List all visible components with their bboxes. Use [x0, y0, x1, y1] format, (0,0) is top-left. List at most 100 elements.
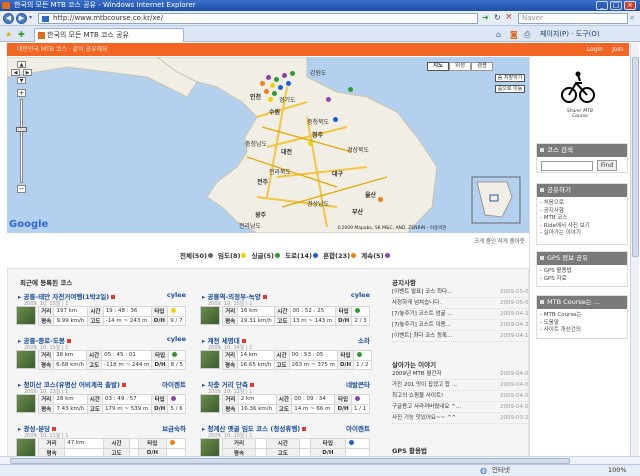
back-button[interactable]: ◀: [3, 13, 14, 24]
zoom-in-button[interactable]: +: [17, 89, 26, 97]
sidebar-link[interactable]: - 살아가는 이야기: [540, 230, 624, 238]
course-card[interactable]: ▸ 자충 거리 단축 네발큰타 2009. 10. 12일 | 1 거리 2 km 시간 0…: [200, 379, 371, 417]
zoom-handle[interactable]: [16, 127, 27, 132]
course-card[interactable]: ▸ 공릉-태안 자전거여행(1박2일) cylee 2009. 10. 15일 | …: [16, 291, 186, 329]
map-zoom-move-button[interactable]: 줌으로 이동: [495, 85, 525, 93]
zoom-out-button[interactable]: −: [17, 185, 26, 193]
course-author[interactable]: 소라: [358, 335, 370, 345]
sidebar-link[interactable]: - 공지사항: [540, 208, 624, 216]
course-author[interactable]: 아이렌트: [346, 423, 370, 433]
print-icon[interactable]: ⎙: [524, 30, 530, 40]
sidebar-link[interactable]: - Ride에서 사진 보기: [540, 223, 624, 231]
scroll-thumb[interactable]: [632, 57, 639, 257]
course-author[interactable]: cylee: [167, 335, 186, 343]
legend-single[interactable]: 싱글(5): [252, 252, 280, 260]
course-marker[interactable]: [326, 97, 331, 102]
pan-left-icon[interactable]: ◀: [11, 69, 20, 76]
search-input[interactable]: Naver: [518, 13, 628, 24]
legend-mixed[interactable]: 혼합(23): [323, 252, 357, 260]
dist-value: 47 km: [64, 438, 104, 449]
course-thumbnail[interactable]: [16, 350, 36, 369]
pan-right-icon[interactable]: ▶: [23, 69, 32, 76]
time-label: 시간: [274, 306, 291, 317]
course-card[interactable]: ▸ 공릉-중로-도봉 cylee 2009. 10. 15일 | 1 거리 38 km 시…: [16, 335, 187, 373]
course-card[interactable]: ▸ 청미산 코스(유명산 어비계곡 출발) 아이렌트 2009. 10. 13일 |…: [16, 379, 186, 417]
course-thumbnail[interactable]: [16, 438, 36, 457]
sidebar-link[interactable]: - MTB Course는: [540, 312, 624, 320]
sidebar-link[interactable]: - 도움말: [540, 320, 624, 328]
feeds-icon[interactable]: ◙: [510, 30, 518, 39]
url-field[interactable]: http://www.mtbcourse.co.kr/xe/: [38, 13, 478, 24]
sidebar-link[interactable]: - GPS 활용법: [540, 268, 624, 276]
zoom-level[interactable]: 100%: [608, 465, 627, 476]
course-author[interactable]: 네발큰타: [346, 379, 370, 389]
news-item[interactable]: [이벤트] 최다 코스 등록... 2009-04-10: [392, 331, 532, 342]
vertical-scrollbar[interactable]: [630, 43, 639, 456]
pan-up-icon[interactable]: ▲: [17, 61, 26, 68]
course-markers[interactable]: [257, 71, 297, 103]
find-button[interactable]: Find: [597, 160, 617, 171]
time-label: 시간: [275, 394, 293, 405]
sidebar-link[interactable]: - GPS 자료: [540, 276, 624, 284]
tools-menu[interactable]: 도구(O): [576, 30, 600, 38]
add-favorites-icon[interactable]: ✚: [18, 30, 25, 39]
close-button[interactable]: ×: [624, 1, 636, 10]
course-card[interactable]: ▸ 공릉역-의정부-녹양 cylee 2009. 10. 15일 | 1 거리 16 k…: [200, 291, 370, 329]
zoom-slider[interactable]: [20, 99, 23, 183]
course-thumbnail[interactable]: [16, 394, 36, 413]
course-author[interactable]: cylee: [167, 291, 186, 299]
course-author[interactable]: cylee: [351, 291, 370, 299]
news-item[interactable]: [이벤트 발표] 코스 최다... 2009-05-08: [392, 287, 532, 298]
type-label: 타입: [151, 350, 169, 361]
page-menu[interactable]: 페이지(P): [540, 30, 569, 38]
tab-mtbcourse[interactable]: 한국의 모든 MTB 코스 공유: [34, 28, 184, 42]
news-item[interactable]: 구글용고 사라져버렸네요 ^... 2009-04-02: [392, 402, 532, 413]
course-marker[interactable]: [308, 141, 313, 146]
search-icon[interactable]: ⌕: [630, 13, 634, 23]
course-search-input[interactable]: [541, 161, 593, 171]
pan-down-icon[interactable]: ▼: [17, 77, 26, 84]
horizontal-scrollbar[interactable]: [0, 456, 640, 464]
news-item[interactable]: 최고의 쇼핑몰 사이트! 2009-04-03: [392, 391, 532, 402]
course-thumbnail[interactable]: [16, 306, 36, 325]
sidebar-link[interactable]: - 사이트 개선건의: [540, 327, 624, 335]
sidebar-link[interactable]: - MTB 코스: [540, 215, 624, 223]
legend-valley[interactable]: 계속(5): [361, 252, 390, 260]
login-link[interactable]: Login: [587, 43, 603, 56]
recent-pages-dropdown[interactable]: ▾: [29, 14, 32, 21]
forward-button[interactable]: ▶: [16, 13, 27, 24]
course-card[interactable]: ▸ 계천 세명대 소라 2009. 10. 14일 | 1 거리 14 km 시간 00 :…: [200, 335, 372, 373]
go-icon[interactable]: ➜: [482, 13, 489, 22]
refresh-icon[interactable]: ↻: [494, 13, 501, 22]
news-item[interactable]: [7/놓주기] 코스트 엄굴 ... 2009-04-29: [392, 309, 532, 320]
news-item[interactable]: 사정하게 넘쳐습니다. 2009-05-01: [392, 298, 532, 309]
favorites-star-icon[interactable]: ★: [5, 30, 12, 39]
course-map[interactable]: 강원도 인천 경기도 수원 충청북도 청주 대전 충청남도 전라북도 전주 경상…: [7, 57, 529, 233]
map-type-satellite[interactable]: 위성: [449, 62, 471, 71]
news-item[interactable]: 가진 201 맛이 잡겠고 합 ... 2009-04-07: [392, 380, 532, 391]
minimize-button[interactable]: _: [596, 1, 608, 10]
course-thumbnail[interactable]: [200, 350, 220, 369]
join-link[interactable]: Join: [612, 43, 623, 56]
course-marker[interactable]: [333, 117, 338, 122]
course-marker[interactable]: [348, 87, 353, 92]
course-thumbnail[interactable]: [200, 438, 220, 457]
course-author[interactable]: 보금숙하: [162, 423, 186, 433]
legend-road[interactable]: 도로(14): [285, 252, 319, 260]
course-thumbnail[interactable]: [200, 394, 220, 413]
map-type-hybrid[interactable]: 겸용: [471, 62, 493, 71]
course-marker[interactable]: [378, 197, 383, 202]
maximize-button[interactable]: □: [610, 1, 622, 10]
legend-forest-road[interactable]: 임도(8): [218, 252, 247, 260]
map-type-map[interactable]: 지도: [427, 62, 449, 71]
course-thumbnail[interactable]: [200, 306, 220, 325]
sidebar-link[interactable]: - 처음으로: [540, 200, 624, 208]
news-item[interactable]: [7/놓주기] 코스트 이용... 2009-04-20: [392, 320, 532, 331]
map-save-button[interactable]: 숨 처장하기: [495, 74, 525, 82]
news-item[interactable]: 2009년 MTB 월간지 2009-04-07: [392, 369, 532, 380]
home-icon[interactable]: ⌂: [496, 30, 501, 39]
course-author[interactable]: 아이렌트: [162, 379, 186, 389]
stop-icon[interactable]: ×: [505, 12, 513, 22]
legend-all[interactable]: 전체(50): [180, 252, 213, 260]
news-item[interactable]: 사진 기능 덧있어요~~ ^^ 2009-03-26: [392, 413, 532, 424]
